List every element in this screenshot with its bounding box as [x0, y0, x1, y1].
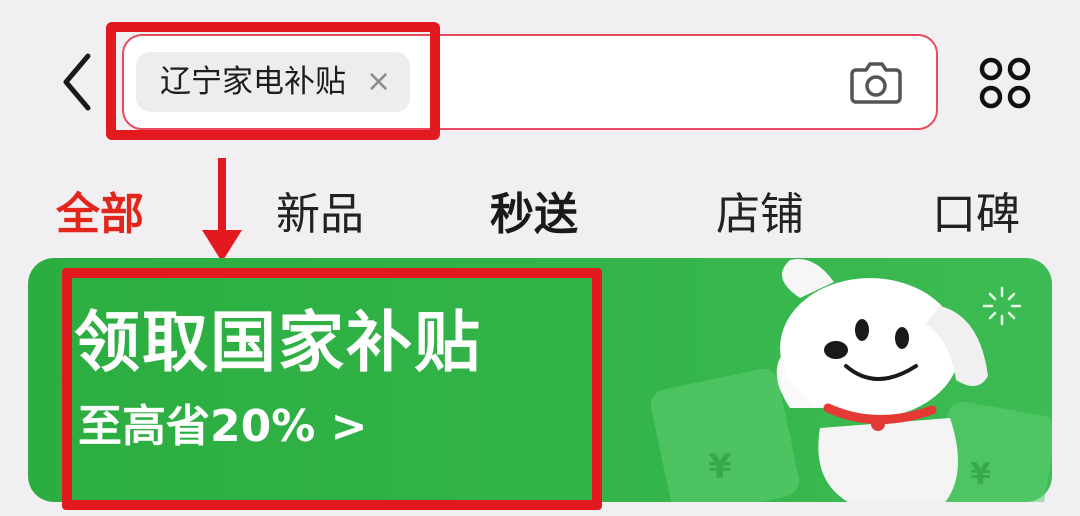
- tab-reviews[interactable]: 口碑: [932, 188, 1020, 242]
- annotation-arrow-down-icon: [202, 158, 242, 262]
- tab-stores[interactable]: 店铺: [716, 188, 804, 242]
- tab-all[interactable]: 全部: [56, 188, 144, 242]
- tab-new[interactable]: 新品: [276, 188, 364, 242]
- svg-text:¥: ¥: [970, 457, 991, 492]
- camera-icon[interactable]: [850, 58, 902, 106]
- annotation-highlight-banner: [62, 268, 602, 510]
- more-grid-icon[interactable]: [978, 56, 1032, 110]
- svg-text:¥: ¥: [708, 447, 732, 487]
- dog-mascot-icon: ¥ ¥: [650, 258, 1052, 502]
- back-chevron-icon[interactable]: [58, 50, 98, 114]
- tab-instant-delivery[interactable]: 秒送: [490, 188, 578, 242]
- annotation-highlight-search: [106, 22, 440, 140]
